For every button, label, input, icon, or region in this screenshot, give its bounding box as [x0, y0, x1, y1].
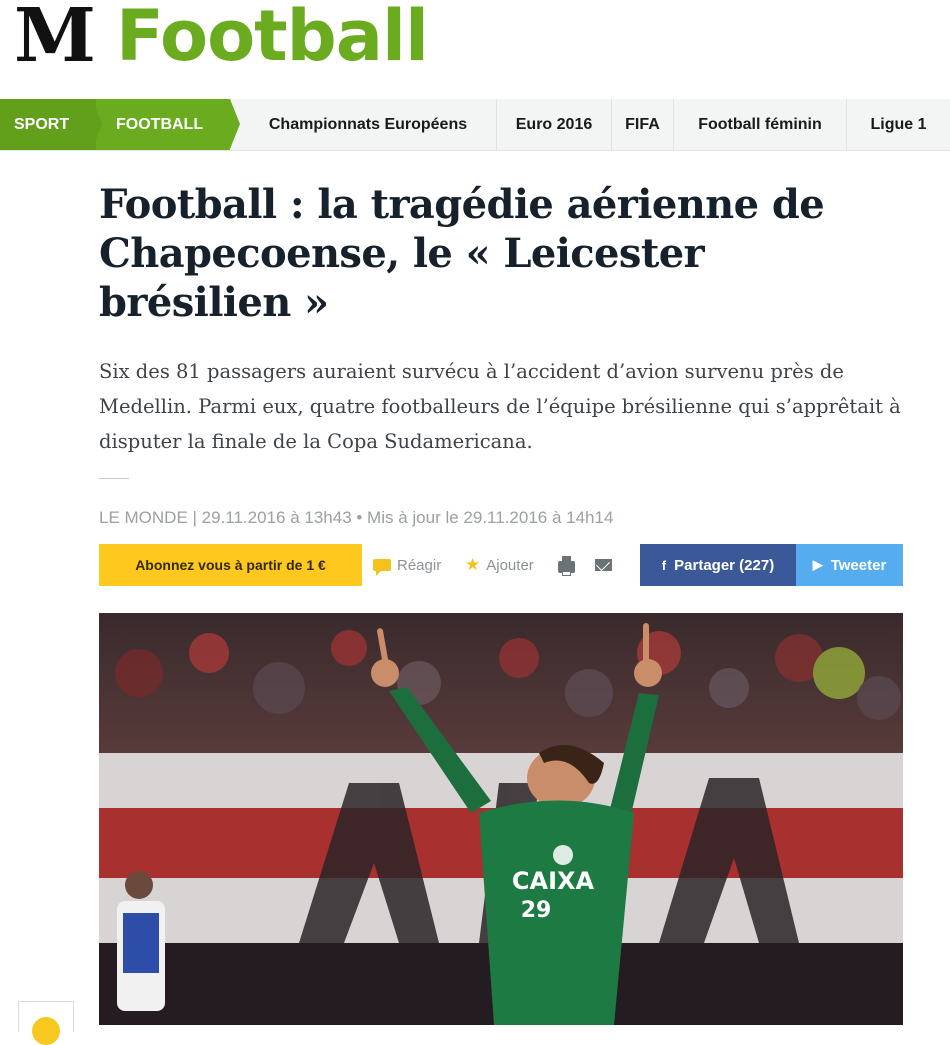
article-byline: LE MONDE | 29.11.2016 à 13h43 • Mis à jo… [99, 508, 614, 527]
twitter-bird-icon: ▶ [812, 557, 823, 572]
article-photo[interactable]: CAIXA 29 [99, 613, 903, 1025]
subscribe-button[interactable]: Abonnez vous à partir de 1 € [99, 544, 362, 586]
facebook-share-button[interactable]: f Partager (227) [640, 544, 796, 586]
breadcrumb-separator [92, 99, 102, 149]
breadcrumb-sport[interactable]: SPORT [0, 99, 96, 150]
nav-item-ligue-1[interactable]: Ligue 1 [847, 99, 950, 150]
add-label: Ajouter [486, 556, 534, 574]
breadcrumb-football[interactable]: FOOTBALL [96, 99, 230, 150]
breadcrumb-separator [230, 99, 240, 149]
section-title[interactable]: Football [116, 0, 429, 78]
react-label: Réagir [397, 556, 442, 574]
section-nav: SPORT FOOTBALL Championnats Européens Eu… [0, 99, 950, 151]
nav-item-euro-2016[interactable]: Euro 2016 [497, 99, 612, 150]
player-celebrating-illustration: CAIXA 29 [99, 613, 903, 1025]
article-title: Football : la tragédie aérienne de Chape… [99, 181, 825, 326]
star-icon: ★ [465, 555, 481, 574]
tweet-button[interactable]: ▶ Tweeter [796, 544, 903, 586]
jersey-number: 29 [521, 898, 552, 923]
print-button[interactable] [558, 544, 575, 586]
react-button[interactable]: Réagir [373, 544, 441, 586]
divider [99, 478, 129, 479]
article-lead: Six des 81 passagers auraient survécu à … [99, 360, 901, 453]
nav-item-football-feminin[interactable]: Football féminin [674, 99, 847, 150]
share-label: Partager (227) [674, 556, 775, 574]
comment-bubble-icon [373, 559, 391, 576]
floating-helper-button[interactable] [18, 1001, 74, 1045]
add-to-list-button[interactable]: ★ Ajouter [465, 544, 534, 586]
tweet-label: Tweeter [830, 556, 887, 574]
nav-item-fifa[interactable]: FIFA [612, 99, 674, 150]
facebook-icon: f [661, 557, 667, 573]
smiley-icon [32, 1017, 60, 1045]
article-toolbar: Abonnez vous à partir de 1 € Réagir ★ Aj… [99, 544, 903, 586]
masthead: M Football [0, 0, 950, 98]
le-monde-logo[interactable]: M [14, 0, 96, 76]
envelope-icon [595, 559, 612, 571]
nav-item-championnats-europeens[interactable]: Championnats Européens [240, 99, 497, 150]
jersey-sponsor: CAIXA [512, 867, 595, 895]
printer-icon [558, 556, 575, 576]
email-button[interactable] [595, 544, 612, 586]
